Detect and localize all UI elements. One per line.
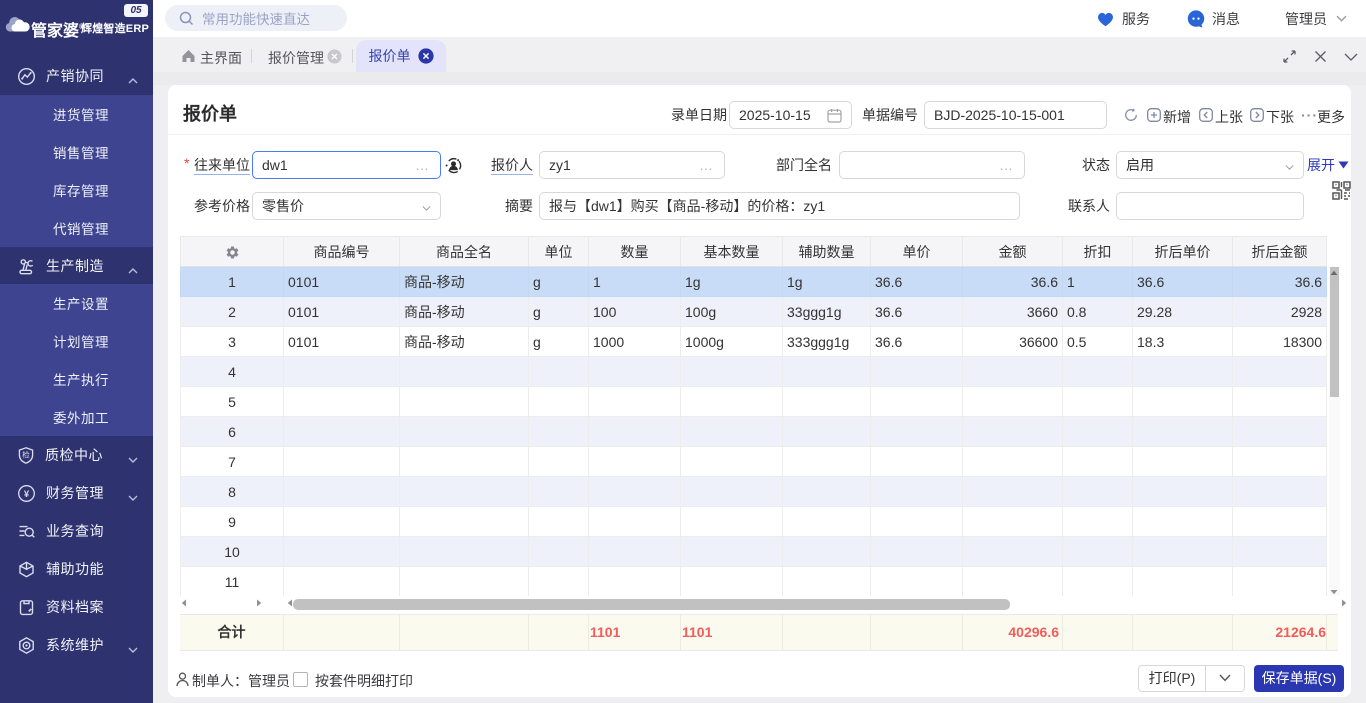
svg-text:检: 检 xyxy=(22,449,30,459)
svg-text:¥: ¥ xyxy=(24,489,30,500)
